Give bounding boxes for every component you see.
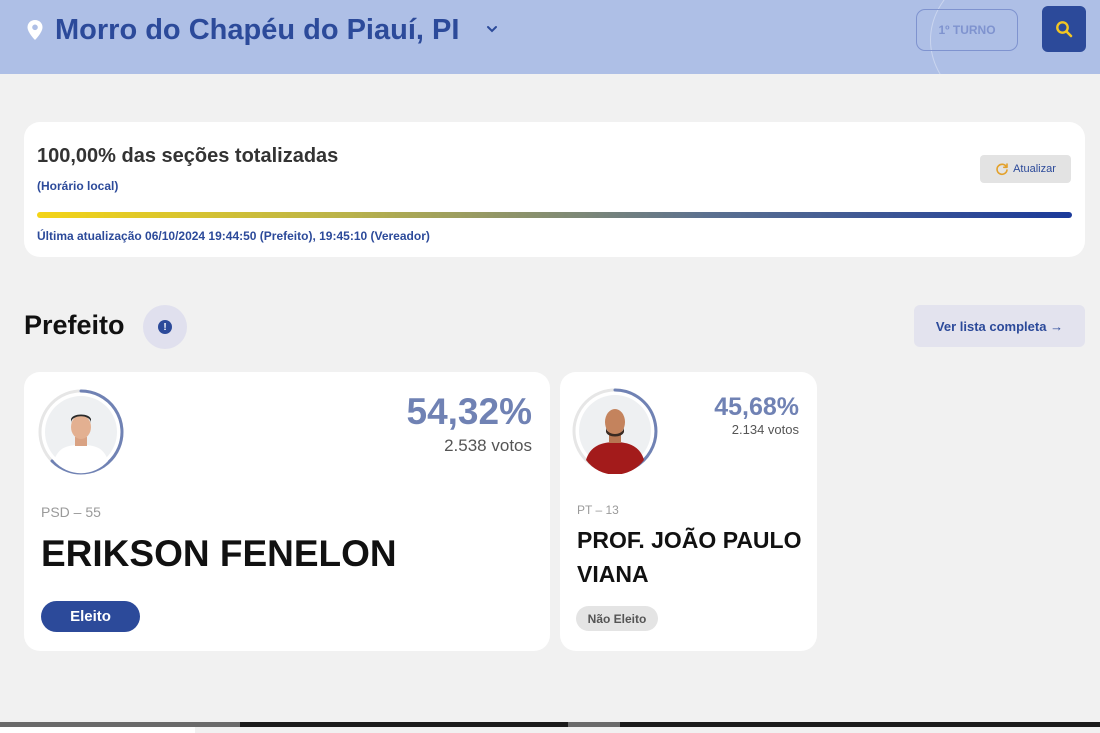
search-button[interactable] bbox=[1042, 6, 1086, 52]
top-bar: Morro do Chapéu do Piauí, PI 1º TURNO bbox=[0, 0, 1100, 74]
info-button[interactable]: ! bbox=[143, 305, 187, 349]
candidate-avatar bbox=[572, 388, 658, 474]
candidate-name: ERIKSON FENELON bbox=[41, 533, 397, 574]
totalization-percent: 100,00% das seções totalizadas bbox=[37, 145, 339, 167]
turno-button[interactable]: 1º TURNO bbox=[916, 9, 1018, 51]
info-icon: ! bbox=[158, 320, 172, 334]
search-icon bbox=[1056, 21, 1073, 38]
totalization-status-card: 100,00% das seções totalizadas (Horário … bbox=[24, 122, 1085, 257]
last-update-text: Última atualização 06/10/2024 19:44:50 (… bbox=[37, 229, 430, 243]
candidate-party: PSD – 55 bbox=[41, 504, 101, 520]
city-selector[interactable]: Morro do Chapéu do Piauí, PI bbox=[55, 12, 459, 48]
chevron-down-icon[interactable] bbox=[485, 22, 499, 36]
section-title: Prefeito bbox=[24, 310, 125, 340]
elected-badge: Eleito bbox=[41, 601, 140, 632]
view-full-list-button[interactable]: Ver lista completa → bbox=[914, 305, 1085, 347]
candidate-percent: 54,32% bbox=[406, 391, 533, 432]
scrollbar-segment bbox=[568, 722, 620, 727]
location-pin-icon bbox=[27, 20, 43, 40]
progress-fill bbox=[37, 212, 1072, 218]
candidate-avatar bbox=[38, 389, 124, 475]
candidate-card[interactable]: 45,68% 2.134 votos PT – 13 PROF. JOÃO PA… bbox=[560, 372, 817, 651]
candidate-name: PROF. JOÃO PAULO VIANA bbox=[577, 527, 802, 587]
candidate-percent: 45,68% bbox=[714, 393, 799, 421]
candidate-votes: 2.134 votos bbox=[731, 422, 799, 437]
not-elected-badge: Não Eleito bbox=[576, 606, 658, 631]
totalization-progress-bar bbox=[37, 212, 1072, 218]
refresh-button[interactable]: Atualizar bbox=[980, 155, 1071, 183]
candidate-card[interactable]: 54,32% 2.538 votos PSD – 55 ERIKSON FENE… bbox=[24, 372, 550, 651]
local-time-note: (Horário local) bbox=[37, 179, 119, 193]
candidate-votes: 2.538 votos bbox=[444, 436, 532, 455]
refresh-label: Atualizar bbox=[1013, 163, 1056, 175]
bottom-strip bbox=[0, 727, 195, 733]
refresh-icon bbox=[996, 163, 1008, 176]
candidate-party: PT – 13 bbox=[577, 503, 619, 517]
